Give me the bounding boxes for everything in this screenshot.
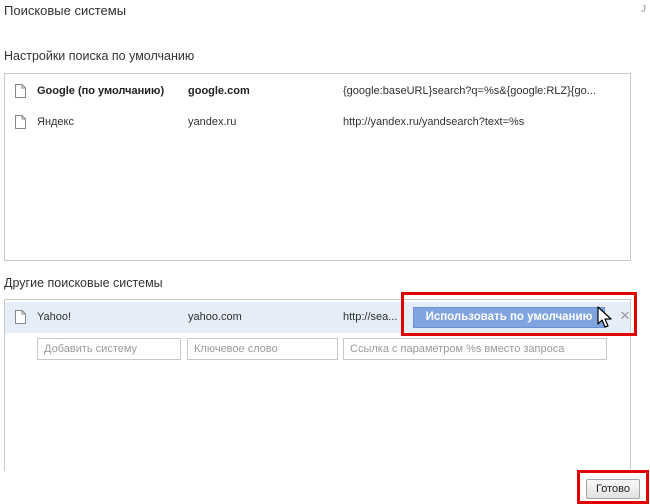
engine-keyword: yandex.ru [188,116,237,128]
engine-url: http://yandex.ru/yandsearch?text=%s [343,116,525,128]
add-engine-keyword-input[interactable] [187,338,338,360]
other-engines-heading: Другие поисковые системы [4,276,163,290]
engine-name: Яндекс [37,116,74,128]
search-engines-dialog: Поисковые системы J Настройки поиска по … [0,0,650,504]
add-engine-row [5,333,630,364]
engine-url: {google:baseURL}search?q=%s&{google:RLZ}… [343,85,596,97]
engine-row-google[interactable]: Google (по умолчанию) google.com {google… [5,76,630,107]
engine-keyword: yahoo.com [188,311,242,323]
corner-mark: J [641,4,646,15]
add-engine-url-input[interactable] [343,338,607,360]
default-search-heading: Настройки поиска по умолчанию [4,49,195,63]
engine-name: Google (по умолчанию) [37,85,165,97]
default-engines-list: Google (по умолчанию) google.com {google… [4,73,631,261]
engine-row-yandex[interactable]: Яндекс yandex.ru http://yandex.ru/yandse… [5,107,630,138]
engine-keyword: google.com [188,85,250,97]
done-button[interactable]: Готово [586,479,640,499]
document-icon [15,84,26,98]
dialog-title: Поисковые системы [4,3,127,18]
document-icon [15,310,26,324]
engine-name: Yahoo! [37,311,72,323]
document-icon [15,115,26,129]
engine-url: http://sea... [343,311,398,323]
highlight-make-default [401,292,637,336]
add-engine-name-input[interactable] [37,338,181,360]
